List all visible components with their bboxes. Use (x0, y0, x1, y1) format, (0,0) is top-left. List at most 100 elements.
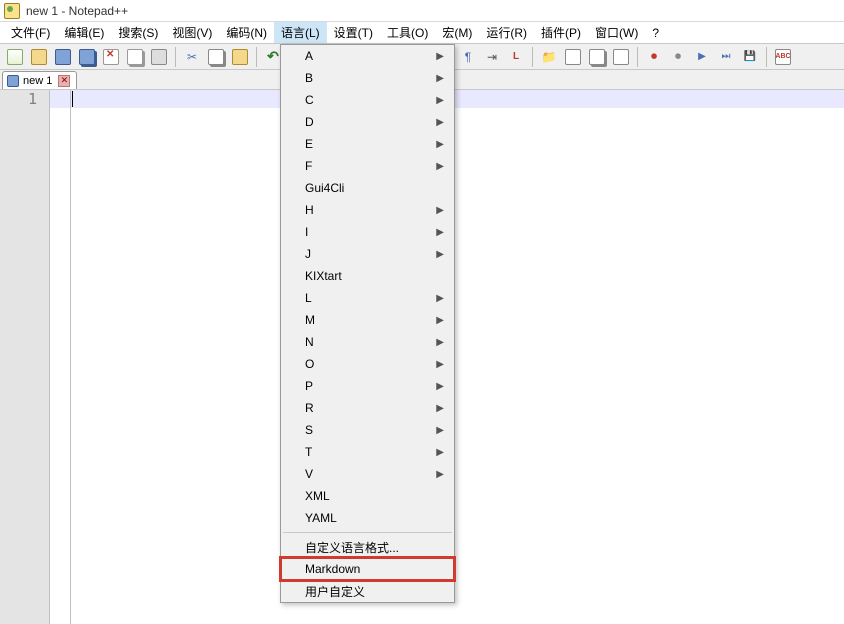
language-menu-item[interactable]: V▶ (281, 463, 454, 485)
func-list-button[interactable] (586, 46, 608, 68)
language-menu-item[interactable]: B▶ (281, 67, 454, 89)
submenu-arrow-icon: ▶ (436, 381, 444, 392)
language-menu-item[interactable]: O▶ (281, 353, 454, 375)
save-macro-button[interactable] (739, 46, 761, 68)
submenu-arrow-icon: ▶ (436, 73, 444, 84)
menu-item-label: XML (305, 489, 330, 503)
menu-file[interactable]: 文件(F) (4, 22, 57, 43)
menu-language[interactable]: 语言(L) (274, 22, 327, 43)
language-menu-item[interactable]: D▶ (281, 111, 454, 133)
language-menu-item[interactable]: N▶ (281, 331, 454, 353)
language-menu-item[interactable]: P▶ (281, 375, 454, 397)
menu-item-label: Gui4Cli (305, 181, 344, 195)
language-menu-item[interactable]: H▶ (281, 199, 454, 221)
doc-map-button[interactable] (562, 46, 584, 68)
menu-search[interactable]: 搜索(S) (111, 22, 165, 43)
new-file-button[interactable] (4, 46, 26, 68)
language-menu-item[interactable]: R▶ (281, 397, 454, 419)
menu-plugins[interactable]: 插件(P) (534, 22, 588, 43)
text-caret (72, 91, 73, 107)
menu-item-label: L (305, 291, 312, 305)
open-file-button[interactable] (28, 46, 50, 68)
language-menu-item[interactable]: L▶ (281, 287, 454, 309)
menu-macro[interactable]: 宏(M) (435, 22, 479, 43)
menu-window[interactable]: 窗口(W) (588, 22, 645, 43)
toolbar-divider (637, 47, 638, 67)
tab-label: new 1 (23, 75, 52, 87)
menu-item-label: 用户自定义 (305, 583, 365, 600)
window-title: new 1 - Notepad++ (26, 4, 128, 18)
paste-button[interactable] (229, 46, 251, 68)
menu-edit[interactable]: 编辑(E) (57, 22, 111, 43)
fold-margin (70, 90, 71, 624)
language-menu-item[interactable]: 用户自定义 (281, 580, 454, 602)
submenu-arrow-icon: ▶ (436, 117, 444, 128)
menu-item-label: 自定义语言格式... (305, 539, 399, 556)
menu-item-label: O (305, 357, 314, 371)
menu-item-label: N (305, 335, 314, 349)
menu-encoding[interactable]: 编码(N) (219, 22, 274, 43)
play-macro-button[interactable] (691, 46, 713, 68)
play-macro-multi-button[interactable] (715, 46, 737, 68)
show-chars-button[interactable] (457, 46, 479, 68)
user-lang-button[interactable] (505, 46, 527, 68)
language-menu-item[interactable]: E▶ (281, 133, 454, 155)
spell-check-button[interactable] (772, 46, 794, 68)
submenu-arrow-icon: ▶ (436, 139, 444, 150)
language-menu-item[interactable]: F▶ (281, 155, 454, 177)
save-all-button[interactable] (76, 46, 98, 68)
menu-tools[interactable]: 工具(O) (380, 22, 435, 43)
language-menu-item[interactable]: 自定义语言格式... (281, 536, 454, 558)
close-button[interactable] (100, 46, 122, 68)
print-button[interactable] (148, 46, 170, 68)
cut-button[interactable] (181, 46, 203, 68)
language-menu-item[interactable]: A▶ (281, 45, 454, 67)
language-menu-item[interactable]: M▶ (281, 309, 454, 331)
submenu-arrow-icon: ▶ (436, 205, 444, 216)
language-menu-item[interactable]: I▶ (281, 221, 454, 243)
stop-macro-button[interactable] (667, 46, 689, 68)
submenu-arrow-icon: ▶ (436, 161, 444, 172)
language-menu-item[interactable]: KIXtart (281, 265, 454, 287)
language-menu-item[interactable]: XML (281, 485, 454, 507)
menu-settings[interactable]: 设置(T) (327, 22, 380, 43)
menu-help[interactable]: ? (645, 22, 666, 43)
menu-item-label: B (305, 71, 313, 85)
language-menu-item[interactable]: YAML (281, 507, 454, 529)
menu-item-label: P (305, 379, 313, 393)
copy-button[interactable] (205, 46, 227, 68)
submenu-arrow-icon: ▶ (436, 425, 444, 436)
menu-item-label: KIXtart (305, 269, 342, 283)
toolbar-divider (256, 47, 257, 67)
title-bar: new 1 - Notepad++ (0, 0, 844, 22)
language-menu-item[interactable]: T▶ (281, 441, 454, 463)
menu-item-label: J (305, 247, 311, 261)
doc-switcher-button[interactable] (610, 46, 632, 68)
submenu-arrow-icon: ▶ (436, 337, 444, 348)
menu-item-label: M (305, 313, 315, 327)
menu-item-label: I (305, 225, 308, 239)
tab-close-button[interactable]: ✕ (58, 75, 70, 87)
record-macro-button[interactable] (643, 46, 665, 68)
file-icon (7, 75, 19, 87)
language-menu-item[interactable]: C▶ (281, 89, 454, 111)
language-menu-item[interactable]: S▶ (281, 419, 454, 441)
menu-run[interactable]: 运行(R) (479, 22, 534, 43)
menu-bar: 文件(F) 编辑(E) 搜索(S) 视图(V) 编码(N) 语言(L) 设置(T… (0, 22, 844, 44)
submenu-arrow-icon: ▶ (436, 293, 444, 304)
indent-guide-button[interactable] (481, 46, 503, 68)
menu-item-label: A (305, 49, 313, 63)
menu-item-label: D (305, 115, 314, 129)
menu-item-label: S (305, 423, 313, 437)
language-menu-item[interactable]: Markdown (281, 558, 454, 580)
app-icon (4, 3, 20, 19)
file-tab[interactable]: new 1 ✕ (2, 71, 77, 89)
folder-button[interactable] (538, 46, 560, 68)
language-menu-item[interactable]: J▶ (281, 243, 454, 265)
language-menu-item[interactable]: Gui4Cli (281, 177, 454, 199)
save-button[interactable] (52, 46, 74, 68)
submenu-arrow-icon: ▶ (436, 249, 444, 260)
menu-view[interactable]: 视图(V) (165, 22, 219, 43)
close-all-button[interactable] (124, 46, 146, 68)
menu-separator (283, 532, 452, 533)
